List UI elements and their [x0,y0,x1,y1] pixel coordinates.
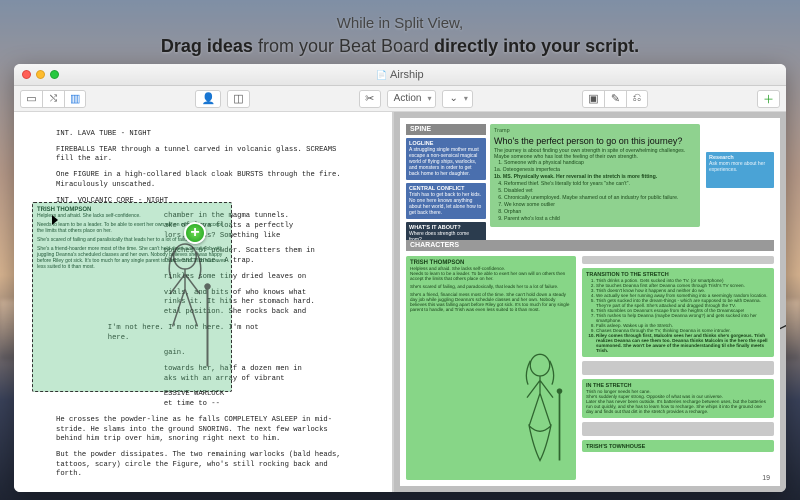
list-item: 1a. Osteogenesis imperfecta [494,167,696,173]
card-title: Tramp [494,128,696,134]
list-item: Riley comes through first, Malcolm sees … [596,333,770,353]
townhouse-card[interactable]: TRISH'S TOWNHOUSE [582,440,774,452]
minimize-icon[interactable] [36,70,45,79]
split-panes: INT. LAVA TUBE - NIGHT FIREBALLS TEAR th… [14,112,786,492]
list-item: We know some outlier [504,202,696,208]
research-card[interactable]: Research Ask mom more about her experien… [706,152,774,188]
window-titlebar: Airship [14,64,786,86]
tool-report-button[interactable]: ⎌ [626,90,648,108]
close-icon[interactable] [22,70,31,79]
headline-line1: While in Split View, [0,14,800,34]
list-item: Reformed thief. She's literally told for… [504,181,696,187]
drag-insert-icon: + [184,222,206,244]
beat-board-pane[interactable]: SPINE LOGLINE A struggling single mother… [394,112,786,492]
beat-board-canvas: SPINE LOGLINE A struggling single mother… [400,118,780,486]
window-traffic-lights [22,70,59,79]
tramp-list: Someone with a physical handicap 1a. Ost… [504,160,696,222]
transition-list: Trish drinks a potion. Gets sucked into … [596,278,770,353]
list-item: Trish gets sucked into the dream-things … [596,298,770,308]
card-lead: The journey is about finding your own st… [494,148,696,160]
element-type-dropdown[interactable]: Action [387,90,437,108]
trish-character-card[interactable]: TRISH THOMPSON Helpless and afraid. She … [406,256,576,480]
add-button[interactable]: ＋ [757,90,780,108]
list-item: 1b. MS. Physically weak. Her reversal in… [494,174,696,180]
toolbar: ▭ ⤭ ▥ 👤 ◫ ✂ Action ⌄ ▣ ✎ ⎌ ＋ [14,86,786,112]
action-text: One FIGURE in a high-collared black cloa… [56,171,354,190]
tool-note-button[interactable]: ✎ [604,90,626,108]
card-question: Who's the perfect person to go on this j… [494,136,696,146]
contact-button[interactable]: 👤 [195,90,221,108]
central-conflict-card[interactable]: CENTRAL CONFLICT Trish has to get back t… [406,183,486,219]
card-count: 19 [762,475,770,482]
scene-heading: INT. LAVA TUBE - NIGHT [56,130,354,140]
insertion-caret-icon [52,220,62,222]
action-text: He crosses the powder-line as he falls C… [56,416,354,445]
logline-card[interactable]: LOGLINE A struggling single mother must … [406,138,486,180]
characters-header: CHARACTERS [406,240,774,251]
drag-card-sub: Helpless and afraid. She lacks self-conf… [37,213,227,219]
list-item: Chronically unemployed. Maybe shamed out… [504,195,696,201]
spine-column: SPINE LOGLINE A struggling single mother… [406,124,486,246]
right-tools-segmented: ▣ ✎ ⎌ [582,90,648,108]
character-cue: ESSIVE WARLOCK et time to -- [56,390,354,409]
window-title: Airship [14,69,786,81]
headline-line2-b: from your Beat Board [253,36,434,56]
stretch-card[interactable]: IN THE STRETCH Trish no longer needs her… [582,379,774,418]
right-card-stack: TRANSITION TO THE STRETCH Trish drinks a… [582,256,774,452]
view-mode-segmented: ▭ ⤭ ▥ [20,90,86,108]
split-button[interactable]: ◫ [227,90,249,108]
action-text: FIREBALLS TEAR through a tunnel carved i… [56,146,354,165]
view-cards-button[interactable]: ▥ [64,90,86,108]
spacer-card [582,256,774,264]
secondary-dropdown[interactable]: ⌄ [442,90,472,108]
list-item: Someone with a physical handicap [504,160,696,166]
headline-line2-c: directly into your script. [434,36,639,56]
list-item: Parent who's lost a child [504,216,696,222]
tool-photo-button[interactable]: ▣ [582,90,604,108]
action-text: But the powder dissipates. The two remai… [56,451,354,480]
list-item: Trish rushes to help Deanna (maybe Deann… [596,313,770,323]
spacer-card [582,422,774,436]
transition-card[interactable]: TRANSITION TO THE STRETCH Trish drinks a… [582,268,774,357]
zoom-icon[interactable] [50,70,59,79]
tramp-card[interactable]: Tramp Who's the perfect person to go on … [490,124,700,227]
app-window: Airship ▭ ⤭ ▥ 👤 ◫ ✂ Action ⌄ ▣ ✎ ⎌ ＋ INT… [14,64,786,492]
headline-line2-a: Drag ideas [161,36,253,56]
list-item: Orphan [504,209,696,215]
promo-headline: While in Split View, Drag ideas from you… [0,14,800,59]
view-speed-button[interactable]: ⤭ [42,90,64,108]
character-illustration-icon [145,239,225,389]
spine-header: SPINE [406,124,486,135]
cut-button[interactable]: ✂ [359,90,381,108]
view-page-button[interactable]: ▭ [20,90,42,108]
script-pane: INT. LAVA TUBE - NIGHT FIREBALLS TEAR th… [14,112,394,492]
list-item: Disabled vet [504,188,696,194]
character-illustration-icon [506,350,574,480]
spacer-card [582,361,774,375]
